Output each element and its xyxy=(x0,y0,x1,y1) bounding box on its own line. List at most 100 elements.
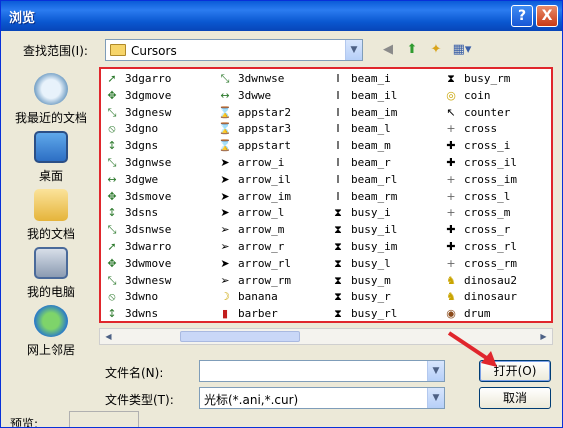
file-item[interactable]: ⌛ appstar2 xyxy=(218,105,291,121)
file-item[interactable]: ➚ 3dgarro xyxy=(105,71,171,87)
file-item[interactable]: ⧗ busy_im xyxy=(331,239,397,255)
file-item[interactable]: ➤ arrow_im xyxy=(218,189,291,205)
file-item[interactable]: ✥ 3dsmove xyxy=(105,189,171,205)
file-item[interactable]: ⧗ busy_r xyxy=(331,289,391,305)
file-item[interactable]: ↕ 3dsns xyxy=(105,205,158,221)
place-network[interactable]: 网上邻居 xyxy=(8,305,94,358)
back-icon[interactable]: ◀ xyxy=(378,41,398,59)
file-item[interactable]: Ιbeam_r xyxy=(331,155,390,171)
scroll-left-icon[interactable]: ◀ xyxy=(101,330,116,343)
file-item[interactable]: ✥ 3dwmove xyxy=(105,256,171,272)
filetype-select[interactable]: 光标(*.ani,*.cur) ▼ xyxy=(199,387,445,409)
file-item[interactable]: ⌛ appstart xyxy=(218,138,291,154)
file-item[interactable]: + cross_rm xyxy=(444,256,517,272)
file-item[interactable]: ⧗ busy_i xyxy=(331,205,391,221)
file-name: 3dgmove xyxy=(125,88,172,102)
file-item[interactable]: ◉ drum xyxy=(444,306,490,322)
move-cursor-icon: ✥ xyxy=(107,189,117,203)
file-name: 3dgno xyxy=(125,122,159,136)
cancel-button[interactable]: 取消 xyxy=(479,387,551,409)
file-item[interactable]: ⧗ busy_l xyxy=(331,256,391,272)
file-name: cross_i xyxy=(464,139,511,153)
file-item[interactable]: ⤡ 3dwnwse xyxy=(218,71,285,87)
file-item[interactable]: ⦸ 3dgno xyxy=(105,121,158,137)
my-computer-icon xyxy=(34,247,68,279)
file-item[interactable]: ✥ 3dgmove xyxy=(105,88,171,104)
arrowblack-cursor-icon: ➤ xyxy=(220,189,230,203)
place-my-documents[interactable]: 我的文档 xyxy=(8,189,94,242)
file-item[interactable]: ✚ cross_il xyxy=(444,155,517,171)
diag-cursor-icon: ⤡ xyxy=(107,223,117,237)
chevron-down-icon[interactable]: ▼ xyxy=(345,40,362,60)
file-item[interactable]: Ιbeam_l xyxy=(331,121,390,137)
file-item[interactable]: ⤡ 3dwnesw xyxy=(105,273,172,289)
file-item[interactable]: ➤ arrow_l xyxy=(218,205,284,221)
file-item[interactable]: ♞ dinosau2 xyxy=(444,273,517,289)
file-item[interactable]: ⤡ 3dgnwse xyxy=(105,155,172,171)
file-item[interactable]: Ιbeam_il xyxy=(331,88,397,104)
file-item[interactable]: ➢ arrow_rm xyxy=(218,273,291,289)
file-item[interactable]: ⧗ busy_rl xyxy=(331,306,397,322)
file-item[interactable]: Ιbeam_m xyxy=(331,138,390,154)
file-item[interactable]: ⦸ 3dwno xyxy=(105,289,158,305)
file-item[interactable]: ⧗ busy_il xyxy=(331,222,397,238)
file-item[interactable]: + cross_l xyxy=(444,189,510,205)
close-button[interactable]: X xyxy=(536,5,558,27)
place-my-computer[interactable]: 我的电脑 xyxy=(8,247,94,300)
new-folder-icon[interactable]: ✦ xyxy=(426,41,446,59)
file-item[interactable]: ✚ cross_i xyxy=(444,138,510,154)
file-item[interactable]: ➢ arrow_r xyxy=(218,239,284,255)
file-item[interactable]: + cross_im xyxy=(444,172,517,188)
file-item[interactable]: + cross_m xyxy=(444,205,510,221)
cross-cursor-icon: + xyxy=(446,172,456,186)
chevron-down-icon[interactable]: ▼ xyxy=(427,388,444,408)
file-item[interactable]: ➚ 3dwarro xyxy=(105,239,171,255)
file-item[interactable]: ⌛ appstar3 xyxy=(218,121,291,137)
filename-combobox[interactable]: ▼ xyxy=(199,360,445,382)
file-item[interactable]: ⧗ busy_rm xyxy=(444,71,510,87)
file-item[interactable]: ↔ 3dgwe xyxy=(105,172,158,188)
file-list[interactable]: ➚ 3dgarro ✥ 3dgmove ⤡ 3dgnesw ⦸ 3dgno ↕ 3dgns ⤡ 3dg… xyxy=(99,67,553,323)
file-item[interactable]: ↖ counter xyxy=(444,105,510,121)
file-item[interactable]: ♞ dinosaur xyxy=(444,289,517,305)
place-recent-documents[interactable]: 我最近的文档 xyxy=(8,73,94,126)
up-folder-icon[interactable]: ⬆ xyxy=(402,41,422,59)
file-item[interactable]: Ιbeam_rm xyxy=(331,189,397,205)
file-item[interactable]: + cross xyxy=(444,121,497,137)
file-item[interactable]: ➢ arrow_m xyxy=(218,222,284,238)
file-item[interactable]: ➤ arrow_il xyxy=(218,172,291,188)
file-item[interactable]: ☽ banana xyxy=(218,289,278,305)
file-item[interactable]: ◎ coin xyxy=(444,88,490,104)
file-item[interactable]: ✚ cross_rl xyxy=(444,239,517,255)
chevron-down-icon[interactable]: ▼ xyxy=(427,361,444,381)
help-button[interactable]: ? xyxy=(511,5,533,27)
file-item[interactable]: ⤡ 3dsnwse xyxy=(105,222,172,238)
hourglass-cursor-icon: ⧗ xyxy=(334,273,342,287)
file-item[interactable]: Ιbeam_i xyxy=(331,71,390,87)
file-item[interactable]: ↕ 3dwns xyxy=(105,306,158,322)
scroll-right-icon[interactable]: ▶ xyxy=(536,330,551,343)
title-bar[interactable]: 浏览 ? X xyxy=(1,1,562,31)
file-item[interactable]: ⤡ 3dgnesw xyxy=(105,105,172,121)
file-item[interactable]: ↔ 3dwwe xyxy=(218,88,271,104)
arrowwhite-cursor-icon: ➢ xyxy=(220,273,230,287)
arrowwhite-cursor-icon: ➢ xyxy=(220,223,230,237)
file-name: busy_il xyxy=(351,223,398,237)
file-name: 3dgarro xyxy=(125,72,172,85)
file-item[interactable]: ✚ cross_r xyxy=(444,222,510,238)
desktop-icon xyxy=(34,131,68,163)
file-item[interactable]: ➤ arrow_rl xyxy=(218,256,291,272)
file-item[interactable]: Ιbeam_rl xyxy=(331,172,397,188)
file-item[interactable]: Ιbeam_im xyxy=(331,105,397,121)
diag-cursor-icon: ⤡ xyxy=(107,273,117,287)
view-menu-icon[interactable]: ▦▾ xyxy=(450,41,474,59)
place-desktop[interactable]: 桌面 xyxy=(8,131,94,184)
file-item[interactable]: ➤ arrow_i xyxy=(218,155,284,171)
network-icon xyxy=(34,305,68,337)
look-in-dropdown[interactable]: Cursors ▼ xyxy=(105,39,363,61)
beam-cursor-icon: Ι xyxy=(336,105,340,119)
file-item[interactable]: ⧗ busy_m xyxy=(331,273,391,289)
scroll-thumb[interactable] xyxy=(180,331,300,342)
file-item[interactable]: ▮ barber xyxy=(218,306,278,322)
file-item[interactable]: ↕ 3dgns xyxy=(105,138,158,154)
